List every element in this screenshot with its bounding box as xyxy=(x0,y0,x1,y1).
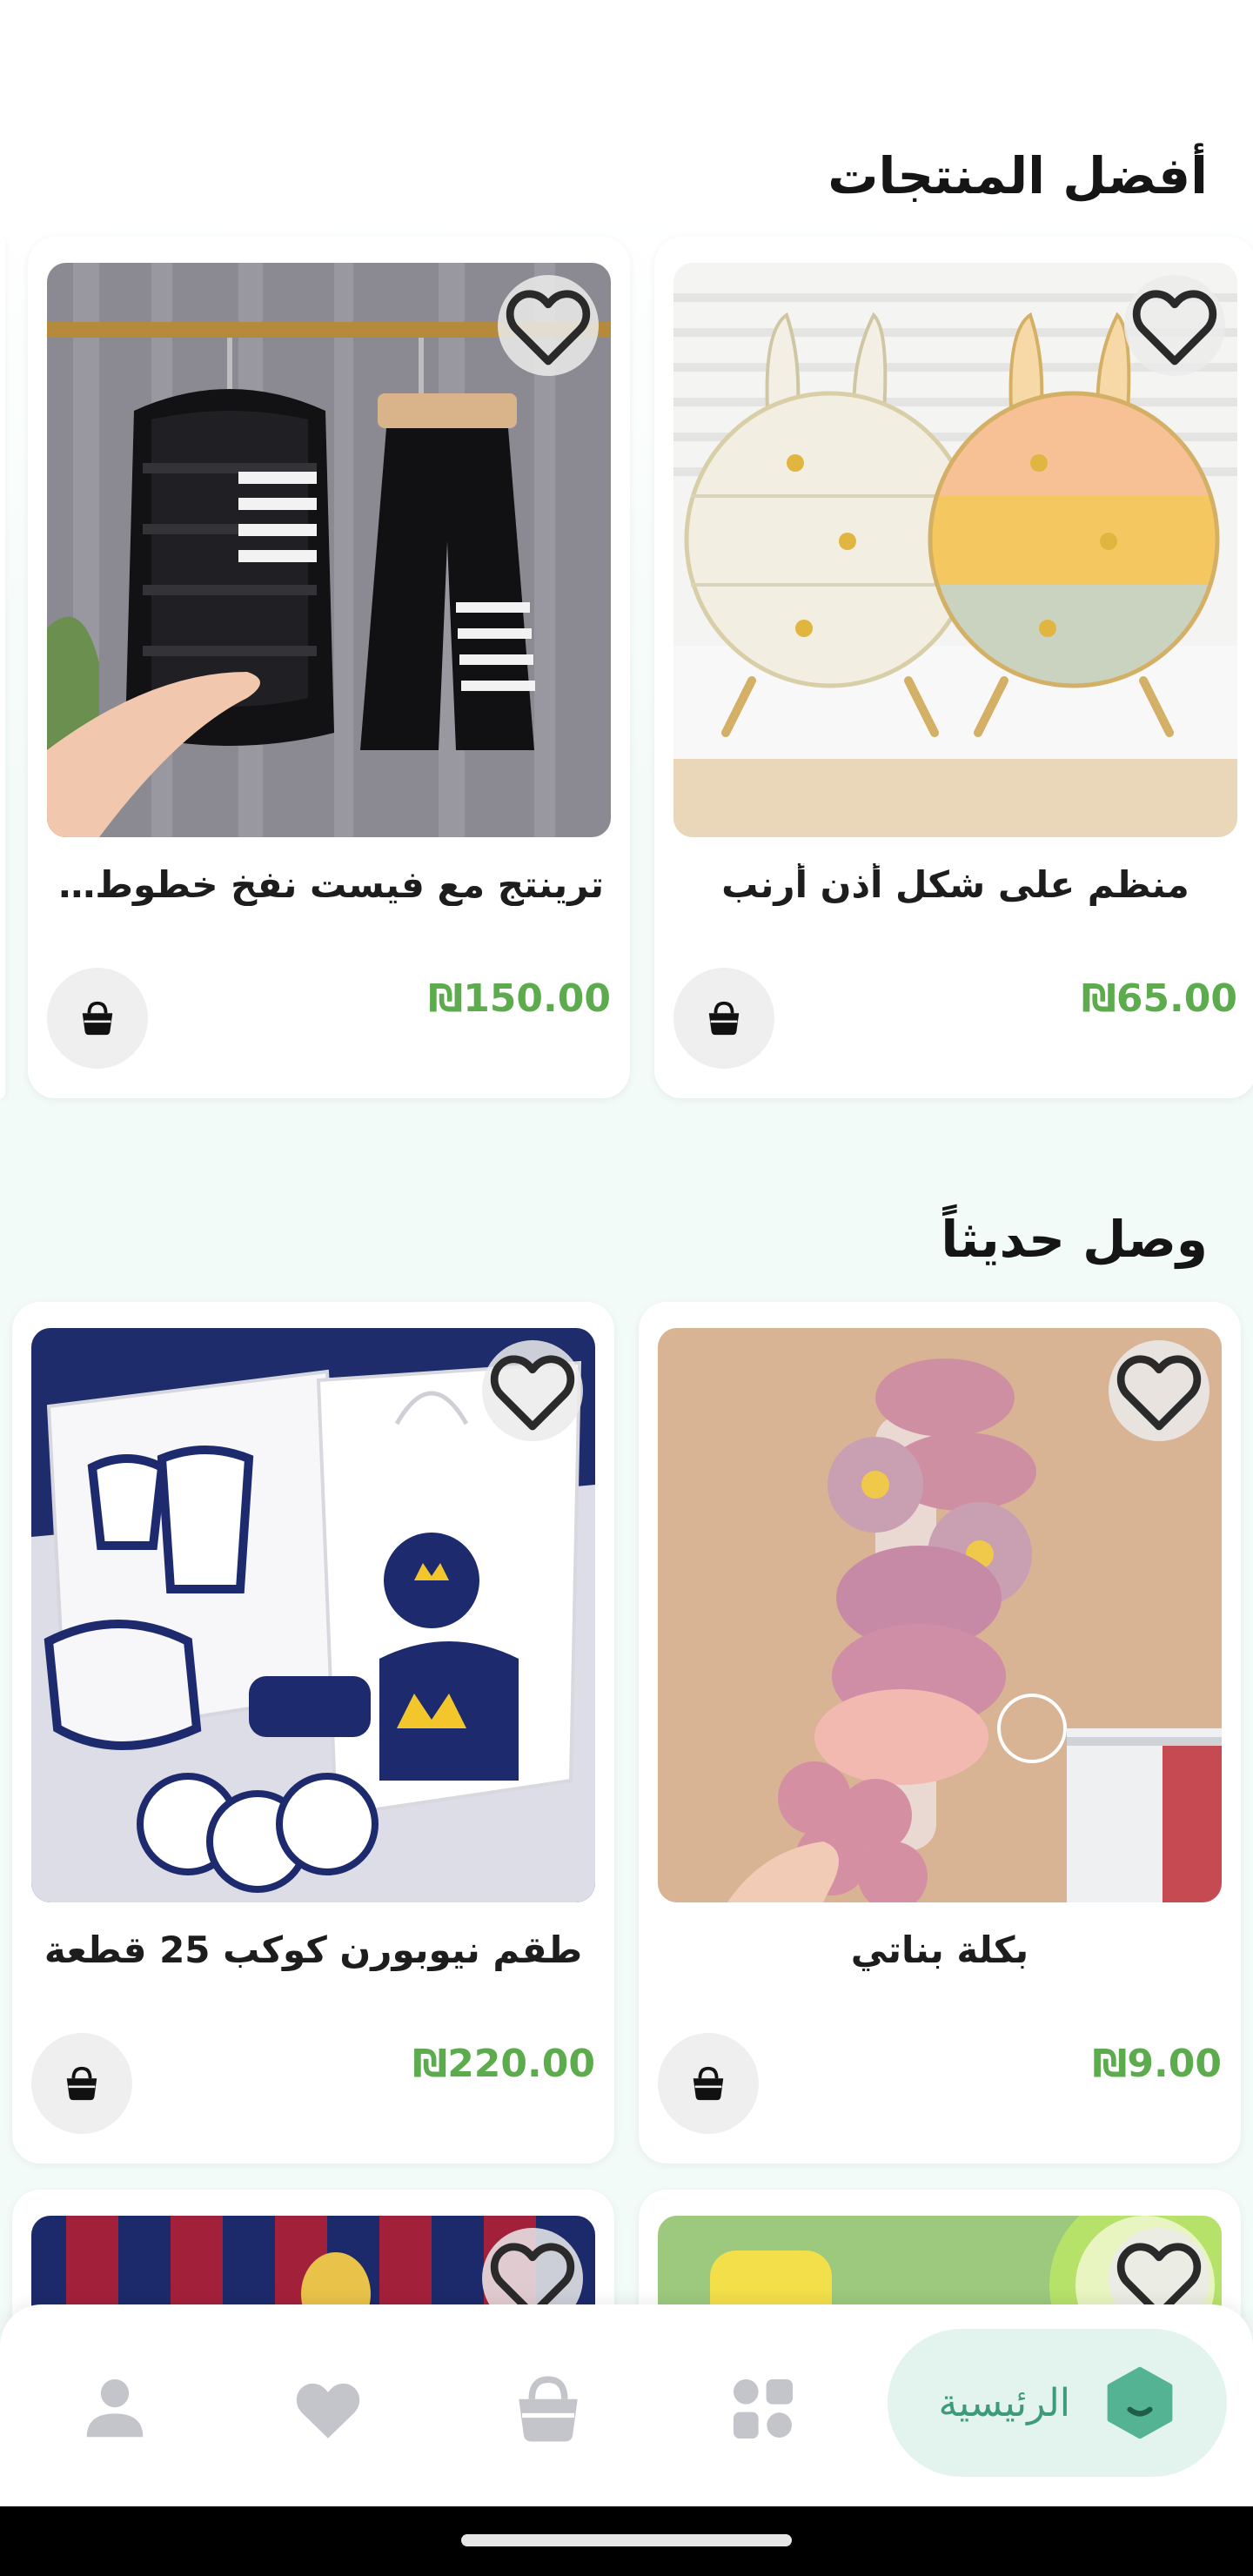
heart-outline-icon xyxy=(490,1355,575,1431)
favorite-button[interactable] xyxy=(498,275,599,376)
product-name[interactable]: طقم نيوبورن كوكب 25 قطعة xyxy=(38,1929,588,1971)
product-price: ₪220.00 xyxy=(412,2042,595,2086)
product-name[interactable]: ترينتج مع فيست نفخ خطوط عر... xyxy=(54,863,604,906)
product-price: ₪65.00 xyxy=(1082,976,1237,1021)
home-indicator[interactable] xyxy=(461,2534,792,2546)
heart-outline-icon xyxy=(1116,1355,1202,1431)
heart-outline-icon xyxy=(506,290,591,366)
product-image[interactable] xyxy=(673,263,1237,837)
nav-item-home[interactable]: الرئيسية xyxy=(888,2329,1227,2477)
basket-icon xyxy=(66,2066,97,2101)
basket-icon xyxy=(693,2066,724,2101)
section-title-best-products: أفضل المنتجات xyxy=(828,146,1208,205)
product-card[interactable]: منظم على شكل أذن أرنب ₪65.00 xyxy=(654,237,1253,1098)
nav-item-favorites[interactable] xyxy=(267,2357,389,2461)
product-card[interactable]: طقم نيوبورن كوكب 25 قطعة ₪220.00 xyxy=(12,1302,614,2163)
basket-icon xyxy=(708,1001,740,1036)
basket-icon xyxy=(519,2376,578,2442)
favorite-button[interactable] xyxy=(1124,275,1225,376)
product-price: ₪9.00 xyxy=(1092,2042,1222,2086)
system-navigation-bar xyxy=(0,2506,1253,2576)
product-card[interactable]: ترينتج مع فيست نفخ خطوط عر... ₪150.00 xyxy=(28,237,630,1098)
add-to-cart-button[interactable] xyxy=(658,2033,759,2134)
categories-icon xyxy=(733,2378,794,2439)
add-to-cart-button[interactable] xyxy=(47,968,148,1069)
add-to-cart-button[interactable] xyxy=(673,968,774,1069)
product-name[interactable]: منظم على شكل أذن أرنب xyxy=(680,863,1230,906)
home-icon xyxy=(1107,2366,1173,2439)
basket-icon xyxy=(82,1001,113,1036)
heart-outline-icon xyxy=(1132,290,1217,366)
nav-item-profile[interactable] xyxy=(54,2357,176,2461)
section-title-new-arrivals: وصل حديثاً xyxy=(941,1210,1208,1269)
product-card[interactable]: بكلة بناتي ₪9.00 xyxy=(639,1302,1241,2163)
partial-card-edge[interactable] xyxy=(0,237,5,1098)
product-price: ₪150.00 xyxy=(428,976,611,1021)
product-image[interactable] xyxy=(47,263,611,837)
favorite-button[interactable] xyxy=(482,1340,583,1441)
nav-item-cart[interactable] xyxy=(487,2357,609,2461)
product-image[interactable] xyxy=(658,1328,1222,1902)
add-to-cart-button[interactable] xyxy=(31,2033,132,2134)
heart-icon xyxy=(296,2383,360,2438)
product-name[interactable]: بكلة بناتي xyxy=(665,1929,1215,1971)
profile-icon xyxy=(86,2378,144,2438)
nav-item-categories[interactable] xyxy=(702,2357,824,2461)
bottom-navigation: الرئيسية xyxy=(0,2304,1253,2506)
product-image[interactable] xyxy=(31,1328,595,1902)
nav-home-label: الرئيسية xyxy=(938,2380,1070,2425)
favorite-button[interactable] xyxy=(1109,1340,1209,1441)
